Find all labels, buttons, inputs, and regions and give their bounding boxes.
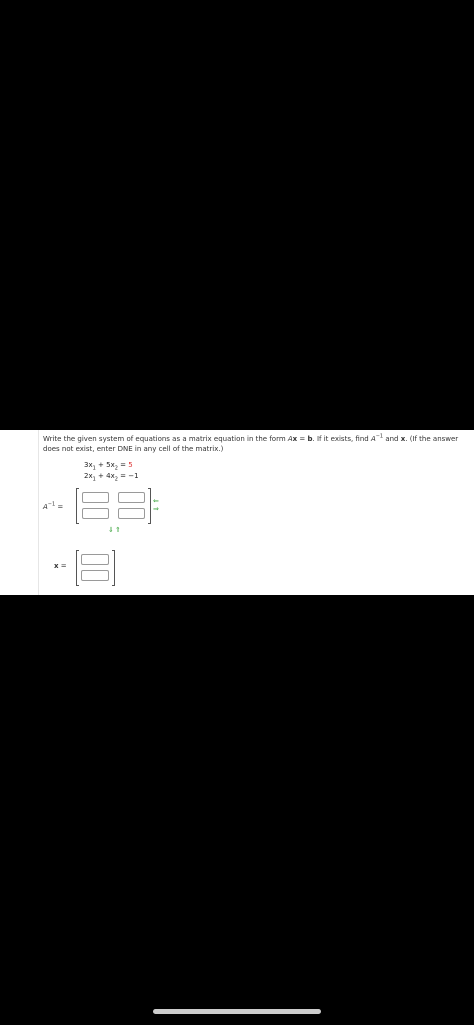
- equation-2-rhs: −1: [128, 472, 139, 480]
- divider: [38, 430, 39, 595]
- x-vector: [76, 550, 115, 586]
- equation-1: 3x1 + 5x2 = 5: [84, 461, 133, 472]
- equation-system: 3x1 + 5x2 = 5 2x1 + 4x2 = −1: [84, 460, 139, 482]
- x-label: x =: [54, 562, 67, 570]
- add-column-icon[interactable]: ⇒: [153, 506, 159, 513]
- matrix-right-bracket: [148, 488, 151, 524]
- x-cell-2[interactable]: [81, 570, 109, 581]
- ainv-label: A−1 =: [43, 501, 64, 511]
- ainv-cell-1-2[interactable]: [118, 492, 145, 503]
- add-row-icon[interactable]: ⇓: [108, 527, 114, 534]
- question-panel: Write the given system of equations as a…: [0, 430, 474, 595]
- question-text: Write the given system of equations as a…: [43, 433, 459, 453]
- remove-column-icon[interactable]: ⇐: [153, 498, 159, 505]
- ainv-cell-2-1[interactable]: [82, 508, 109, 519]
- ainv-cell-1-1[interactable]: [82, 492, 109, 503]
- vector-right-bracket: [112, 550, 115, 586]
- ainv-matrix: [76, 488, 151, 524]
- x-cell-1[interactable]: [81, 554, 109, 565]
- home-indicator[interactable]: [153, 1009, 321, 1014]
- matrix-left-bracket: [76, 488, 79, 524]
- ainv-cell-2-2[interactable]: [118, 508, 145, 519]
- equation-2: 2x1 + 4x2 = −1: [84, 472, 139, 483]
- equation-1-rhs: 5: [128, 461, 133, 469]
- vector-left-bracket: [76, 550, 79, 586]
- remove-row-icon[interactable]: ⇑: [115, 527, 121, 534]
